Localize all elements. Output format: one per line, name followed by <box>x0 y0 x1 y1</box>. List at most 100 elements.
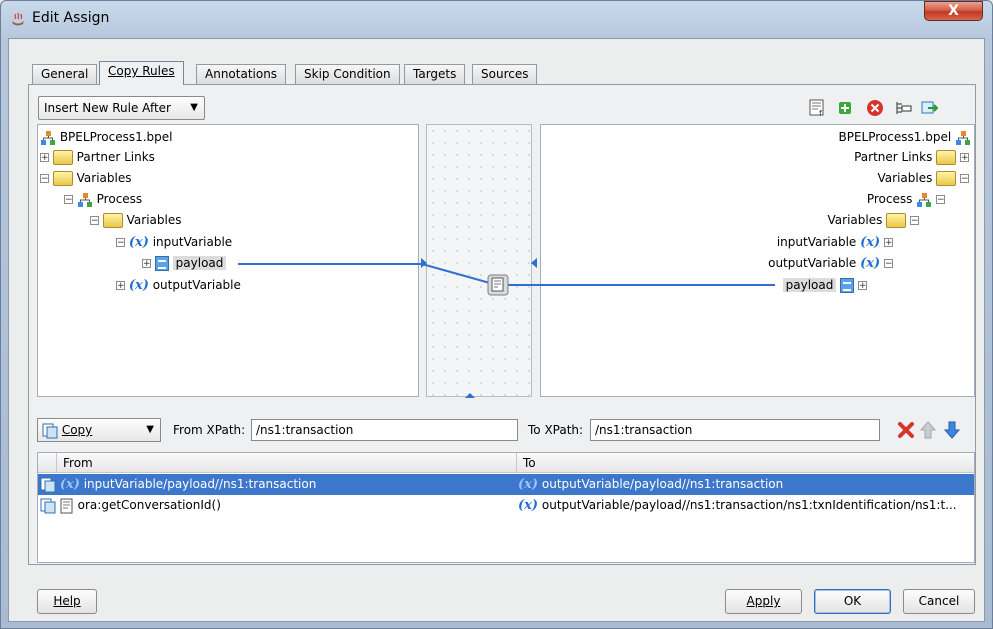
collapse-icon[interactable]: − <box>884 259 893 269</box>
column-header-icon <box>38 453 56 473</box>
close-button[interactable]: X <box>924 1 983 21</box>
tree-node-target-input-variable[interactable]: inputVariable (x) + <box>777 233 893 252</box>
copy-icon <box>40 477 56 492</box>
tree-node-target-variables[interactable]: Variables − <box>877 169 969 188</box>
tree-node-target-output-variable[interactable]: outputVariable (x) − <box>768 254 893 273</box>
tree-node-source-payload[interactable]: + payload <box>142 254 227 273</box>
from-xpath-field[interactable]: /ns1:transaction <box>251 419 518 441</box>
tab-targets[interactable]: Targets <box>404 64 466 84</box>
variable-icon: (x) <box>59 477 80 492</box>
rule-from-cell: ora:getConversationId() <box>77 498 221 512</box>
variable-icon: (x) <box>860 235 881 250</box>
process-icon <box>916 192 932 208</box>
add-rule-icon[interactable] <box>836 99 854 117</box>
rule-from-cell: inputVariable/payload//ns1:transaction <box>83 477 317 491</box>
node-label: Process <box>96 192 143 206</box>
literal-icon[interactable] <box>921 99 939 117</box>
folder-open-icon <box>102 213 123 228</box>
column-header-from[interactable]: From <box>56 453 516 473</box>
node-label: Variables <box>76 171 132 185</box>
process-icon <box>77 192 93 208</box>
collapse-icon[interactable]: − <box>936 195 945 205</box>
expand-icon[interactable]: + <box>142 259 151 269</box>
insert-mode-dropdown[interactable]: Insert New Rule After ▼ <box>38 96 205 120</box>
move-down-icon[interactable] <box>944 421 960 439</box>
tree-node-source-output-variable[interactable]: + (x) outputVariable <box>116 276 241 295</box>
tree-node-target-partner-links[interactable]: Partner Links + <box>854 148 969 167</box>
expand-icon[interactable]: + <box>884 238 893 248</box>
collapse-icon[interactable]: − <box>40 174 49 184</box>
rule-to-cell: outputVariable/payload//ns1:transaction/… <box>541 498 957 512</box>
tree-node-target-process-variables[interactable]: Variables − <box>828 211 919 230</box>
node-label: BPELProcess1.bpel <box>59 130 173 144</box>
node-label: payload <box>782 278 837 292</box>
element-icon <box>840 278 855 293</box>
tree-node-source-partner-links[interactable]: + Partner Links <box>40 148 155 167</box>
tree-node-source-variables[interactable]: − Variables <box>40 169 132 188</box>
node-label: payload <box>172 256 227 270</box>
title-bar[interactable]: Edit Assign <box>0 0 993 38</box>
tab-general[interactable]: General <box>32 64 98 84</box>
move-up-icon[interactable] <box>920 421 936 439</box>
tree-node-source-input-variable[interactable]: − (x) inputVariable <box>116 233 232 252</box>
node-label: Partner Links <box>76 150 155 164</box>
tab-label: Targets <box>413 67 457 81</box>
apply-button[interactable]: Apply <box>725 589 802 614</box>
node-label: outputVariable <box>152 278 241 292</box>
copy-icon <box>40 498 56 513</box>
tab-label: Sources <box>481 67 529 81</box>
variable-icon: (x) <box>518 498 539 513</box>
node-label: BPELProcess1.bpel <box>838 130 952 144</box>
tree-node-target-payload[interactable]: payload + <box>782 276 867 295</box>
process-icon <box>40 130 56 146</box>
tree-node-target-process[interactable]: Process − <box>867 190 945 209</box>
tab-skip-condition[interactable]: Skip Condition <box>295 64 400 84</box>
node-label: inputVariable <box>152 235 233 249</box>
expand-icon[interactable]: + <box>116 281 125 291</box>
tree-node-source-process[interactable]: − Process <box>64 190 142 209</box>
tab-sources[interactable]: Sources <box>472 64 538 84</box>
tab-label: General <box>41 67 89 81</box>
folder-open-icon <box>52 171 73 186</box>
tab-label: Annotations <box>205 67 278 81</box>
node-label: outputVariable <box>768 256 857 270</box>
ok-button[interactable]: OK <box>814 589 891 614</box>
tree-node-source-root[interactable]: BPELProcess1.bpel <box>40 128 173 147</box>
collapse-icon[interactable]: − <box>64 195 73 205</box>
table-row[interactable]: ora:getConversationId() (x) outputVariab… <box>38 495 974 516</box>
insert-mode-value: Insert New Rule After <box>44 101 171 115</box>
element-icon <box>154 256 169 271</box>
expand-icon[interactable]: + <box>858 281 867 291</box>
help-button[interactable]: Help <box>37 589 97 614</box>
node-label: Variables <box>877 171 933 185</box>
column-header-to[interactable]: To <box>516 453 974 473</box>
tree-node-target-root[interactable]: BPELProcess1.bpel <box>839 128 972 147</box>
collapse-icon[interactable]: − <box>910 216 919 226</box>
delete-icon[interactable] <box>896 420 916 440</box>
tab-copy-rules[interactable]: Copy Rules <box>99 61 184 85</box>
collapse-icon[interactable]: − <box>960 174 969 184</box>
tab-annotations[interactable]: Annotations <box>196 64 287 84</box>
collapse-icon[interactable]: − <box>90 216 99 226</box>
tree-node-source-process-variables[interactable]: − Variables <box>90 211 182 230</box>
delete-rule-icon[interactable] <box>866 99 884 117</box>
copy-mode-dropdown[interactable]: Copy ▼ <box>37 418 161 442</box>
to-xpath-label: To XPath: <box>528 423 584 437</box>
expression-icon[interactable]: f <box>809 99 827 117</box>
collapse-icon[interactable]: − <box>116 238 125 248</box>
folder-icon <box>936 150 957 165</box>
process-icon <box>955 130 971 146</box>
xml-fragment-icon[interactable] <box>894 99 912 117</box>
node-label: Process <box>866 192 913 206</box>
app-icon <box>12 12 24 26</box>
cancel-button[interactable]: Cancel <box>903 589 975 614</box>
tab-label: Copy Rules <box>108 64 175 78</box>
node-label: Variables <box>126 213 182 227</box>
to-xpath-field[interactable]: /ns1:transaction <box>590 419 880 441</box>
chevron-down-icon: ▼ <box>146 424 154 435</box>
table-row[interactable]: (x) inputVariable/payload//ns1:transacti… <box>38 474 974 495</box>
mapping-canvas[interactable] <box>426 124 532 397</box>
button-label: Help <box>53 594 81 608</box>
expand-icon[interactable]: + <box>40 153 49 163</box>
expand-icon[interactable]: + <box>960 153 969 163</box>
